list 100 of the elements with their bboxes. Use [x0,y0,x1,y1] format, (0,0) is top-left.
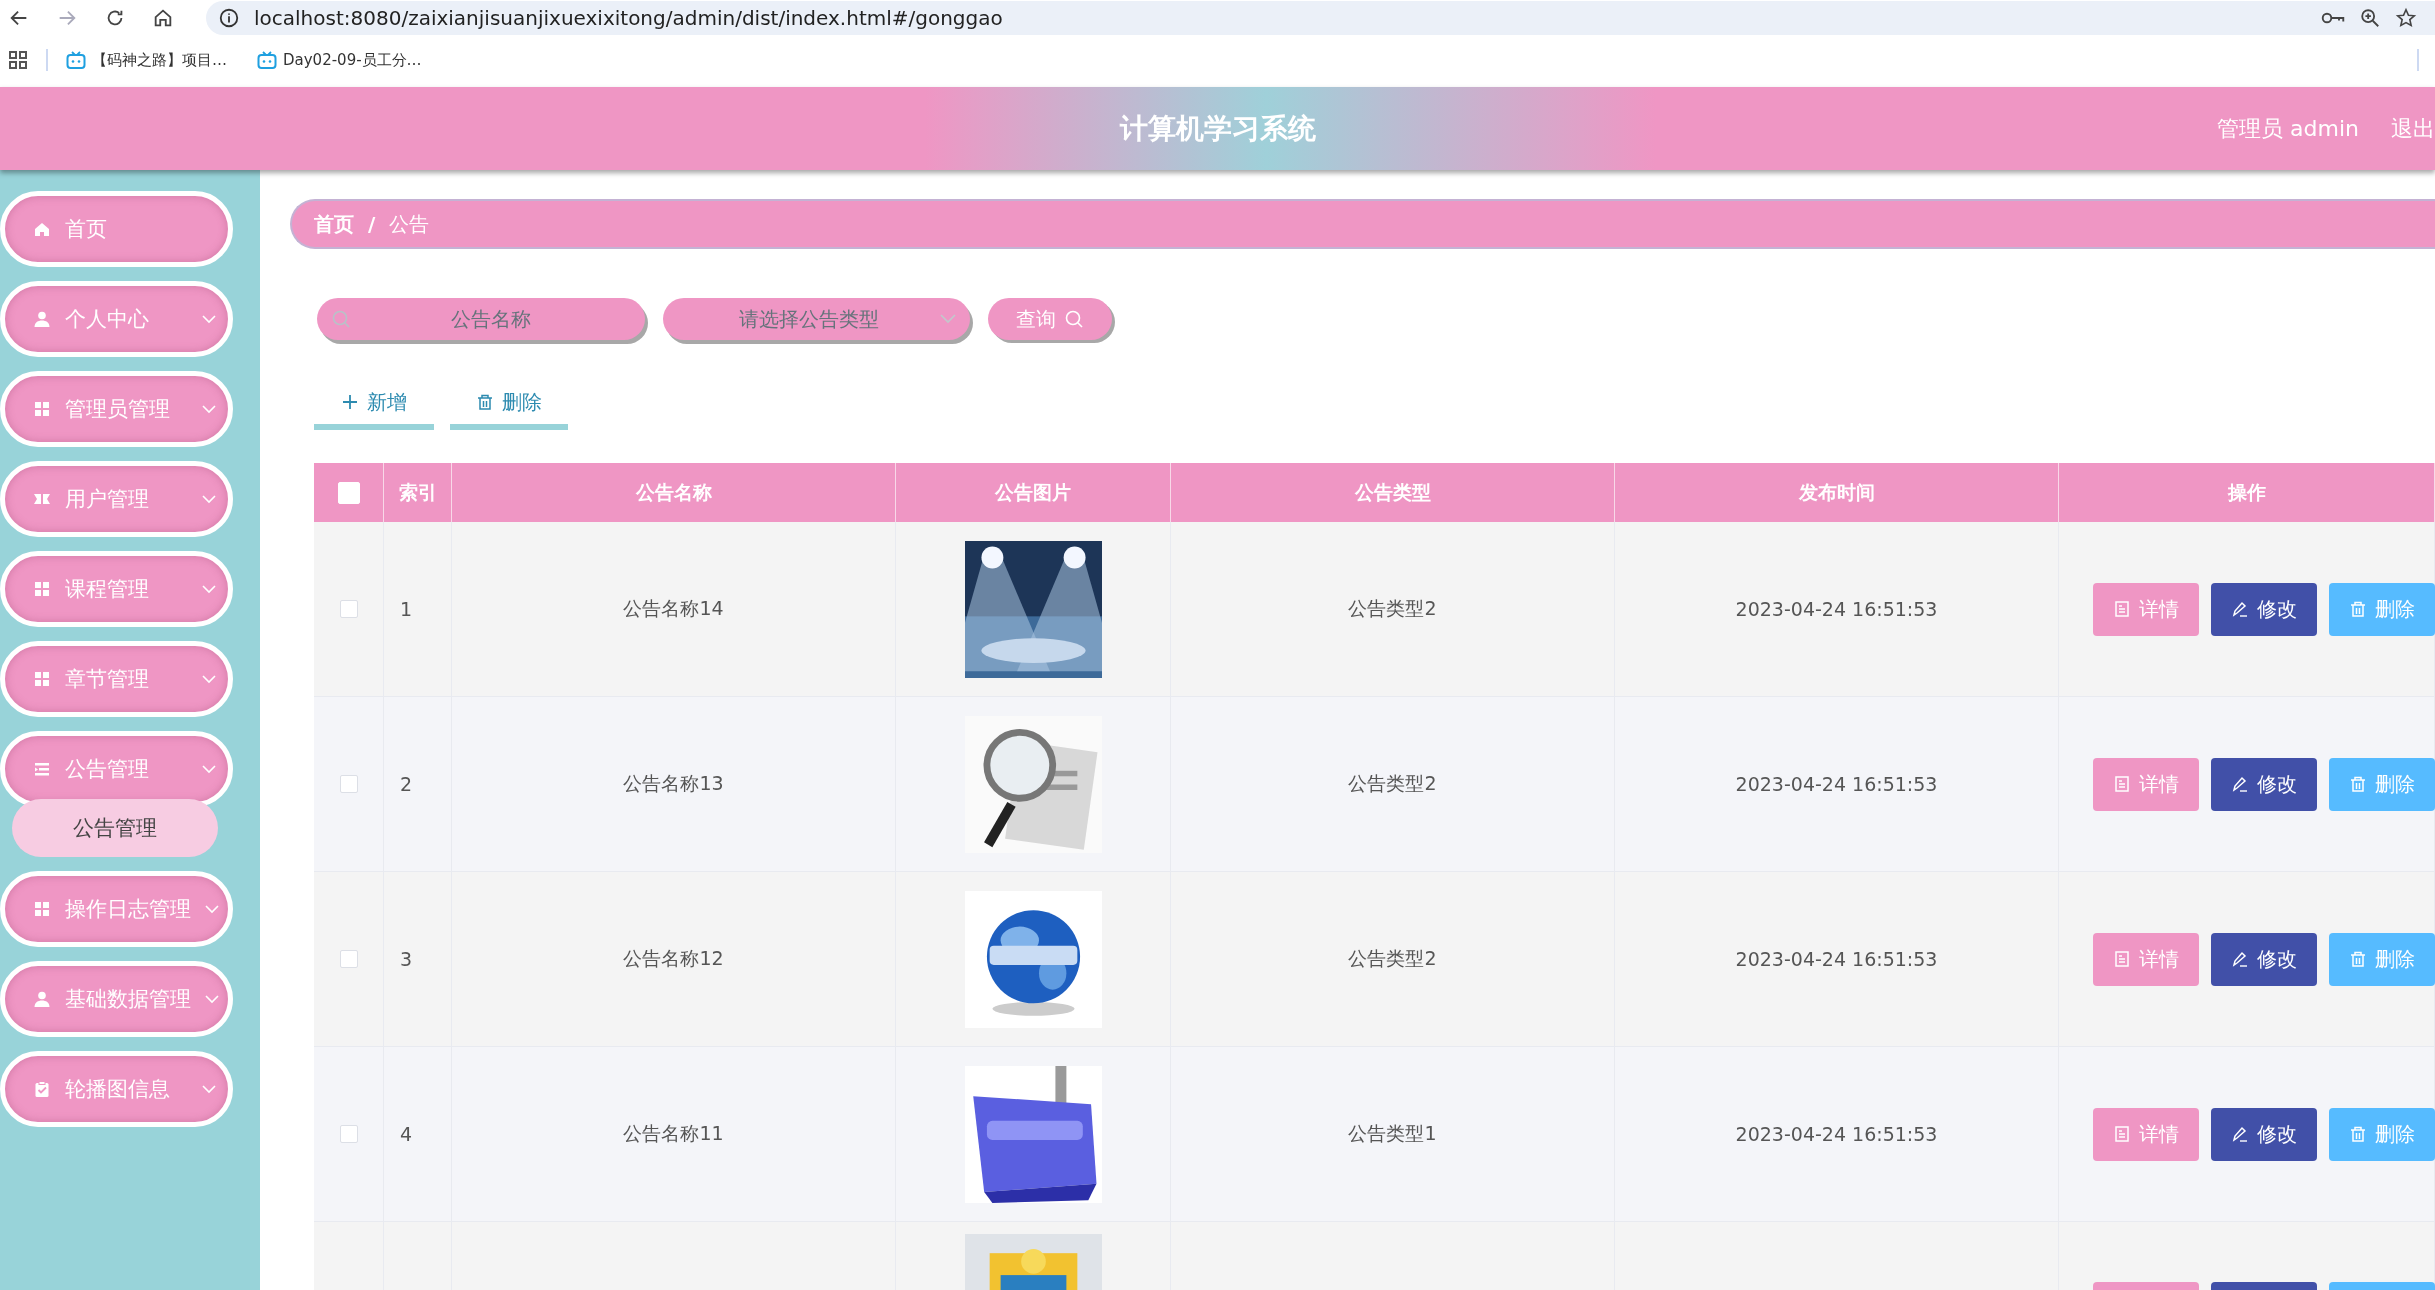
table-cell: 2023-04-24 16:51:53 [1735,598,1938,620]
menu-item[interactable]: 基础数据管理 [0,961,233,1037]
table-cell-text: 公告名称12 [623,946,724,971]
delete-button[interactable]: 删除 [450,380,568,430]
clipboard-icon [33,1080,51,1098]
pencil-icon [2231,1125,2249,1143]
detail-button[interactable]: 详情 [2093,757,2199,811]
pencil-icon [2231,600,2249,618]
chevron-icon [202,314,216,324]
plus-icon [341,393,359,411]
table-cell-text: 公告名称14 [623,596,724,621]
edit-button[interactable]: 修改 [2211,932,2317,986]
detail-button[interactable]: 详情 [2093,932,2199,986]
column-header: 公告名称 [635,479,712,505]
app-title: 计算机学习系统 [1119,111,1316,145]
search-button[interactable]: 查询 [988,298,1112,340]
checkbox[interactable] [339,1125,358,1143]
table-cell-text: 公告名称13 [623,771,724,796]
table-cell: 2 [400,773,413,795]
column-header: 公告类型 [1354,479,1431,505]
search-icon [1064,309,1084,329]
menu-item[interactable]: 操作日志管理 [0,871,233,947]
delete-button[interactable]: 删除 [2329,1107,2435,1161]
table-cell-text: 公告名称11 [623,1121,724,1146]
person-icon [33,310,51,328]
menu-item[interactable]: 轮播图信息 [0,1051,233,1127]
table-cell: 2023-04-24 16:51:53 [1735,1123,1938,1145]
menu-item[interactable]: 课程管理 [0,551,233,627]
trash-icon [476,393,494,411]
pencil-icon [2231,950,2249,968]
breadcrumb-link[interactable]: 首页 [314,210,354,238]
menu-item[interactable]: 用户管理 [0,461,233,537]
delete-button[interactable]: 删除 [2329,757,2435,811]
edit-button[interactable]: 修改 [2211,757,2317,811]
bookmark[interactable]: Day02-09-员工分… [283,50,422,70]
chevron-icon [202,674,216,684]
chevron-icon [202,584,216,594]
delete-button[interactable]: 删除 [2329,932,2435,986]
menu-item[interactable]: 首页 [0,191,233,267]
person-icon [33,990,51,1008]
tv-icon [66,50,86,70]
grid-icon [33,670,51,688]
chevron-icon [202,1084,216,1094]
pencil-icon [2231,775,2249,793]
tv-icon [257,50,277,70]
column-header: 操作 [2227,479,2266,505]
menu-item[interactable]: 公告管理 [0,731,233,807]
table-cell-text: 公告类型2 [1348,946,1437,971]
chevron-icon [940,314,956,324]
breadcrumb-separator: / [368,212,376,236]
zoom-icon[interactable] [2359,7,2381,29]
table-cell: 2023-04-24 16:51:53 [1735,948,1938,970]
grid-icon [33,900,51,918]
document-icon [2113,775,2131,793]
chevron-icon [205,904,219,914]
column-header: 公告图片 [995,479,1071,505]
checkbox[interactable] [339,775,358,793]
home-icon [33,220,51,238]
document-icon [2113,600,2131,618]
trash-icon [2349,950,2367,968]
table-cell: 2023-04-24 16:51:53 [1735,773,1938,795]
table-cell: 1 [400,598,413,620]
checkbox[interactable] [339,950,358,968]
document-icon [2113,1125,2131,1143]
column-header: 发布时间 [1798,479,1875,505]
search-icon [331,309,351,329]
table-cell: 3 [400,948,413,970]
grid-icon [33,400,51,418]
table-cell-text: 公告类型2 [1348,596,1437,621]
chevron-icon [202,404,216,414]
trash-icon [2349,1125,2367,1143]
column-header: 索引 [398,479,437,505]
trash-icon [2349,775,2367,793]
list-icon [33,760,51,778]
checkbox[interactable] [339,600,358,618]
user-name: 管理员 admin [2217,114,2359,143]
info-icon[interactable] [218,7,240,29]
menu-item[interactable]: 管理员管理 [0,371,233,447]
chevron-icon [202,494,216,504]
table-cell: 4 [400,1123,413,1145]
bookmark[interactable]: 【码神之路】项目… [92,50,227,70]
logout-link[interactable]: 退出 [2391,113,2435,144]
table-cell-text: 公告类型2 [1348,771,1437,796]
document-icon [2113,950,2131,968]
table-cell-text: 公告类型1 [1348,1121,1437,1146]
apps-icon[interactable] [8,50,28,70]
detail-button[interactable]: 详情 [2093,1107,2199,1161]
delete-button[interactable]: 删除 [2329,582,2435,636]
star-icon[interactable] [2395,7,2417,29]
grid-icon [33,580,51,598]
detail-button[interactable]: 详情 [2093,582,2199,636]
edit-button[interactable]: 修改 [2211,582,2317,636]
add-button[interactable]: 新增 [314,380,434,430]
edit-button[interactable]: 修改 [2211,1107,2317,1161]
submenu-item[interactable]: 公告管理 [12,799,218,857]
menu-item[interactable]: 章节管理 [0,641,233,717]
menu-item[interactable]: 个人中心 [0,281,233,357]
chevron-icon [202,764,216,774]
trash-icon [2349,600,2367,618]
home-icon[interactable] [152,7,174,29]
